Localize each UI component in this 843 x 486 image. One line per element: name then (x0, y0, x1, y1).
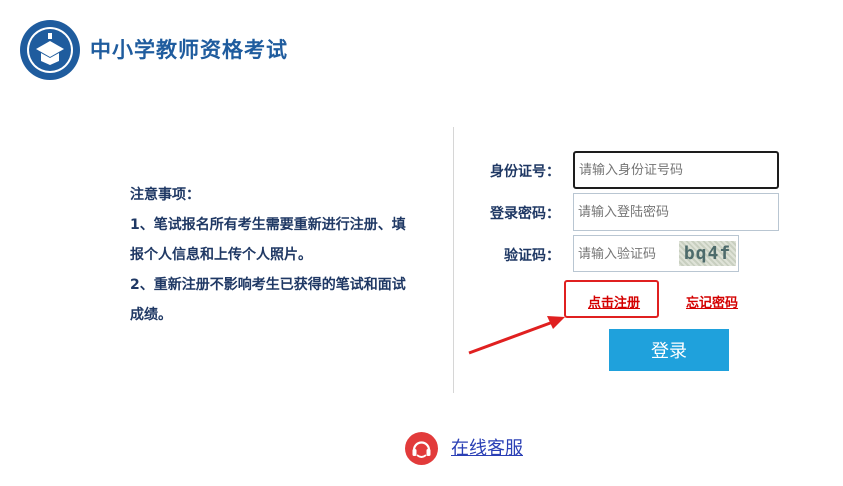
login-button[interactable]: 登录 (609, 329, 729, 371)
password-label: 登录密码： (490, 206, 560, 222)
ntce-logo-icon (20, 20, 80, 80)
captcha-field: bq4f (573, 235, 739, 273)
headset-icon[interactable] (405, 432, 438, 465)
notice-line: 2、重新注册不影响考生已获得的笔试和面试 (130, 277, 406, 293)
password-input[interactable] (573, 193, 779, 231)
notice-title: 注意事项： (130, 187, 200, 203)
notice-line: 1、笔试报名所有考生需要重新进行注册、填 (130, 217, 406, 233)
captcha-label: 验证码： (504, 248, 560, 264)
notice-panel: 注意事项： 1、笔试报名所有考生需要重新进行注册、填 报个人信息和上传个人照片。… (130, 180, 430, 330)
vertical-divider (453, 127, 454, 393)
captcha-image[interactable]: bq4f (679, 241, 736, 266)
notice-line: 成绩。 (130, 307, 172, 323)
captcha-input[interactable] (574, 236, 680, 273)
id-number-label: 身份证号： (490, 164, 560, 180)
forgot-password-link[interactable]: 忘记密码 (686, 292, 738, 311)
annotation-arrow-icon (468, 316, 565, 355)
site-title: 中小学教师资格考试 (90, 38, 288, 62)
register-link[interactable]: 点击注册 (588, 292, 640, 311)
notice-line: 报个人信息和上传个人照片。 (130, 247, 312, 263)
id-number-input[interactable] (573, 151, 779, 189)
online-support-link[interactable]: 在线客服 (451, 434, 523, 460)
